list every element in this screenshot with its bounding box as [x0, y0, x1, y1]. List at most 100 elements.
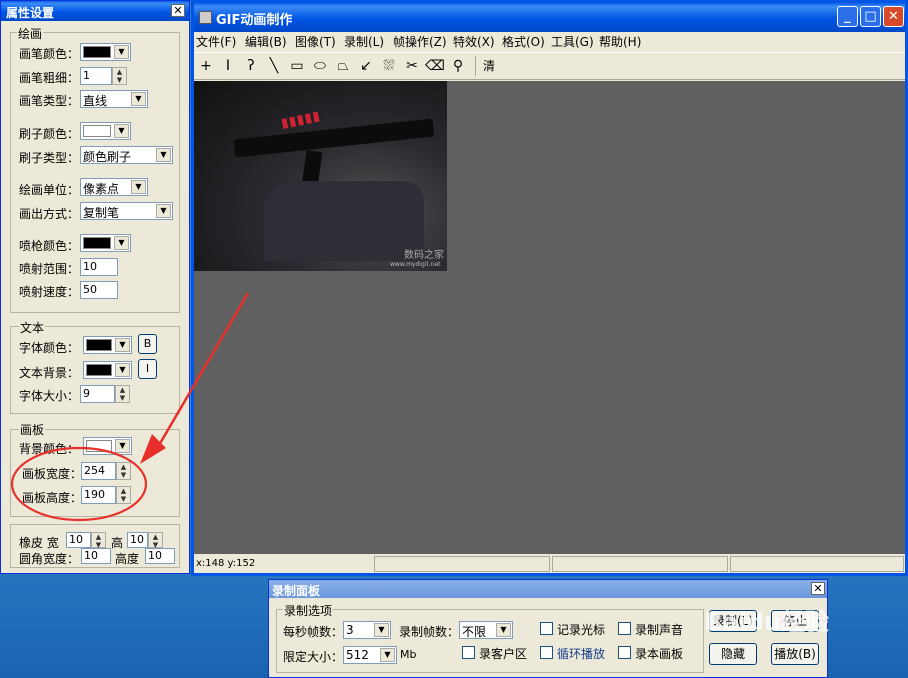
brush-color-label: 刷子颜色： — [19, 127, 80, 141]
spray-color-label: 喷枪颜色： — [19, 239, 80, 253]
board-bg-color-select[interactable]: ▼ — [83, 437, 132, 455]
play-button[interactable]: 播放(B) — [771, 643, 819, 665]
record-titlebar[interactable]: 录制面板 ✕ — [269, 580, 827, 598]
spray-speed-input[interactable]: 50 — [80, 281, 118, 299]
ellipse-icon[interactable]: ⬭ — [310, 56, 330, 76]
line-icon[interactable]: ╲ — [264, 56, 284, 76]
spray-speed-label: 喷射速度： — [19, 285, 80, 299]
eyedropper-icon[interactable]: ⚲ — [448, 56, 468, 76]
text-bg-select[interactable]: ▼ — [83, 361, 132, 379]
frames-select[interactable]: 不限 ▼ — [459, 621, 513, 639]
draw-unit-value: 像素点 — [83, 182, 120, 196]
eraser-icon[interactable]: ⌫ — [425, 56, 445, 76]
eraser-height-input[interactable]: 10 — [127, 532, 148, 548]
draw-unit-label: 绘画单位： — [19, 183, 80, 197]
status-pane-1 — [374, 556, 550, 572]
fps-select[interactable]: 3 ▼ — [343, 621, 391, 639]
menu-file[interactable]: 文件(F) — [196, 33, 236, 50]
chevron-down-icon: ▼ — [131, 92, 146, 106]
scissors-icon[interactable]: ✂ — [402, 56, 422, 76]
pen-width-input[interactable]: 1 — [80, 67, 112, 85]
gun-shape — [233, 118, 435, 158]
size-limit-value: 512 — [346, 648, 369, 662]
corner-height-label: 高度 — [115, 552, 140, 566]
board-height-input[interactable]: 190 — [81, 486, 116, 504]
spray-color-select[interactable]: ▼ — [80, 234, 131, 252]
bold-button[interactable]: B — [138, 334, 157, 354]
toolbar-separator — [475, 56, 476, 76]
hide-button[interactable]: 隐藏 — [709, 643, 757, 665]
record-board-checkbox[interactable] — [618, 646, 631, 659]
polygon-icon[interactable]: ⏢ — [333, 56, 353, 76]
chevron-down-icon: ▼ — [380, 648, 395, 662]
close-button[interactable]: ✕ — [883, 6, 904, 27]
eraser-width-spinner[interactable]: ▲ ▼ — [91, 532, 106, 549]
crosshair-icon[interactable]: + — [196, 56, 216, 76]
italic-button[interactable]: I — [138, 359, 157, 379]
pen-width-label: 画笔粗细： — [19, 71, 80, 85]
font-size-spinner[interactable]: ▲ ▼ — [115, 385, 130, 403]
curve-icon[interactable]: ʔ — [241, 56, 261, 76]
chevron-down-icon: ▼ — [114, 124, 129, 138]
pen-type-select[interactable]: 直线 ▼ — [80, 90, 148, 108]
app-icon — [199, 11, 212, 24]
draw-mode-select[interactable]: 复制笔 ▼ — [80, 202, 173, 220]
size-unit-label: Mb — [400, 648, 417, 661]
clear-button[interactable]: 清 — [479, 56, 499, 76]
minimize-button[interactable]: _ — [837, 6, 858, 27]
fps-value: 3 — [346, 623, 354, 637]
arrow-icon[interactable]: ↙ — [356, 56, 376, 76]
chevron-down-icon: ▼ — [115, 439, 130, 453]
menu-image[interactable]: 图像(T) — [295, 33, 336, 50]
spray-icon[interactable]: ⛆ — [379, 56, 399, 76]
pen-width-spinner[interactable]: ▲ ▼ — [112, 67, 127, 85]
size-limit-select[interactable]: 512 ▼ — [343, 646, 397, 664]
menu-frame[interactable]: 帧操作(Z) — [393, 33, 447, 50]
maximize-button[interactable]: □ — [860, 6, 881, 27]
font-size-input[interactable]: 9 — [80, 385, 115, 403]
board-width-input[interactable]: 254 — [81, 462, 116, 480]
rectangle-icon[interactable]: ▭ — [287, 56, 307, 76]
brush-type-select[interactable]: 颜色刷子 ▼ — [80, 146, 173, 164]
frames-label: 录制帧数： — [399, 625, 460, 639]
record-close-button[interactable]: ✕ — [811, 582, 825, 595]
record-cursor-checkbox[interactable] — [540, 622, 553, 635]
corner-height-input[interactable]: 10 — [145, 548, 175, 564]
pen-color-select[interactable]: ▼ — [80, 43, 131, 61]
size-limit-label: 限定大小： — [283, 650, 344, 664]
eraser-width-input[interactable]: 10 — [66, 532, 91, 548]
main-titlebar[interactable]: GIF动画制作 _ □ ✕ — [194, 3, 905, 32]
menu-effects[interactable]: 特效(X) — [453, 33, 495, 50]
menu-help[interactable]: 帮助(H) — [599, 33, 641, 50]
spray-range-input[interactable]: 10 — [80, 258, 118, 276]
menu-format[interactable]: 格式(O) — [502, 33, 545, 50]
font-color-select[interactable]: ▼ — [83, 336, 132, 354]
brush-color-select[interactable]: ▼ — [80, 122, 131, 140]
record-client-checkbox[interactable] — [462, 646, 475, 659]
properties-close-button[interactable]: ✕ — [171, 4, 185, 17]
fps-label: 每秒帧数： — [283, 625, 344, 639]
shells — [281, 110, 323, 130]
menu-tools[interactable]: 工具(G) — [551, 33, 594, 50]
record-title: 录制面板 — [272, 584, 321, 598]
vest-shape — [264, 181, 424, 261]
text-group-label: 文本 — [19, 319, 46, 336]
corner-width-input[interactable]: 10 — [81, 548, 111, 564]
record-sound-checkbox[interactable] — [618, 622, 631, 635]
main-title: GIF动画制作 — [216, 13, 293, 28]
font-size-label: 字体大小： — [19, 389, 80, 403]
menu-edit[interactable]: 编辑(B) — [245, 33, 287, 50]
board-width-spinner[interactable]: ▲ ▼ — [116, 462, 131, 480]
eraser-height-spinner[interactable]: ▲ ▼ — [148, 532, 163, 549]
properties-titlebar[interactable]: 属性设置 ✕ — [1, 1, 189, 21]
board-bg-color-label: 背景颜色： — [19, 442, 80, 456]
loop-play-label: 循环播放 — [557, 647, 606, 661]
canvas-image[interactable]: 数码之家 www.mydigit.net — [194, 81, 447, 271]
board-height-spinner[interactable]: ▲ ▼ — [116, 486, 131, 504]
baidu-watermark: Baidu经验 — [704, 608, 829, 636]
text-cursor-icon[interactable]: I — [218, 56, 238, 76]
draw-unit-select[interactable]: 像素点 ▼ — [80, 178, 148, 196]
loop-play-checkbox[interactable] — [540, 646, 553, 659]
status-coordinates: x:148 y:152 — [196, 558, 256, 569]
menu-record[interactable]: 录制(L) — [344, 33, 384, 50]
